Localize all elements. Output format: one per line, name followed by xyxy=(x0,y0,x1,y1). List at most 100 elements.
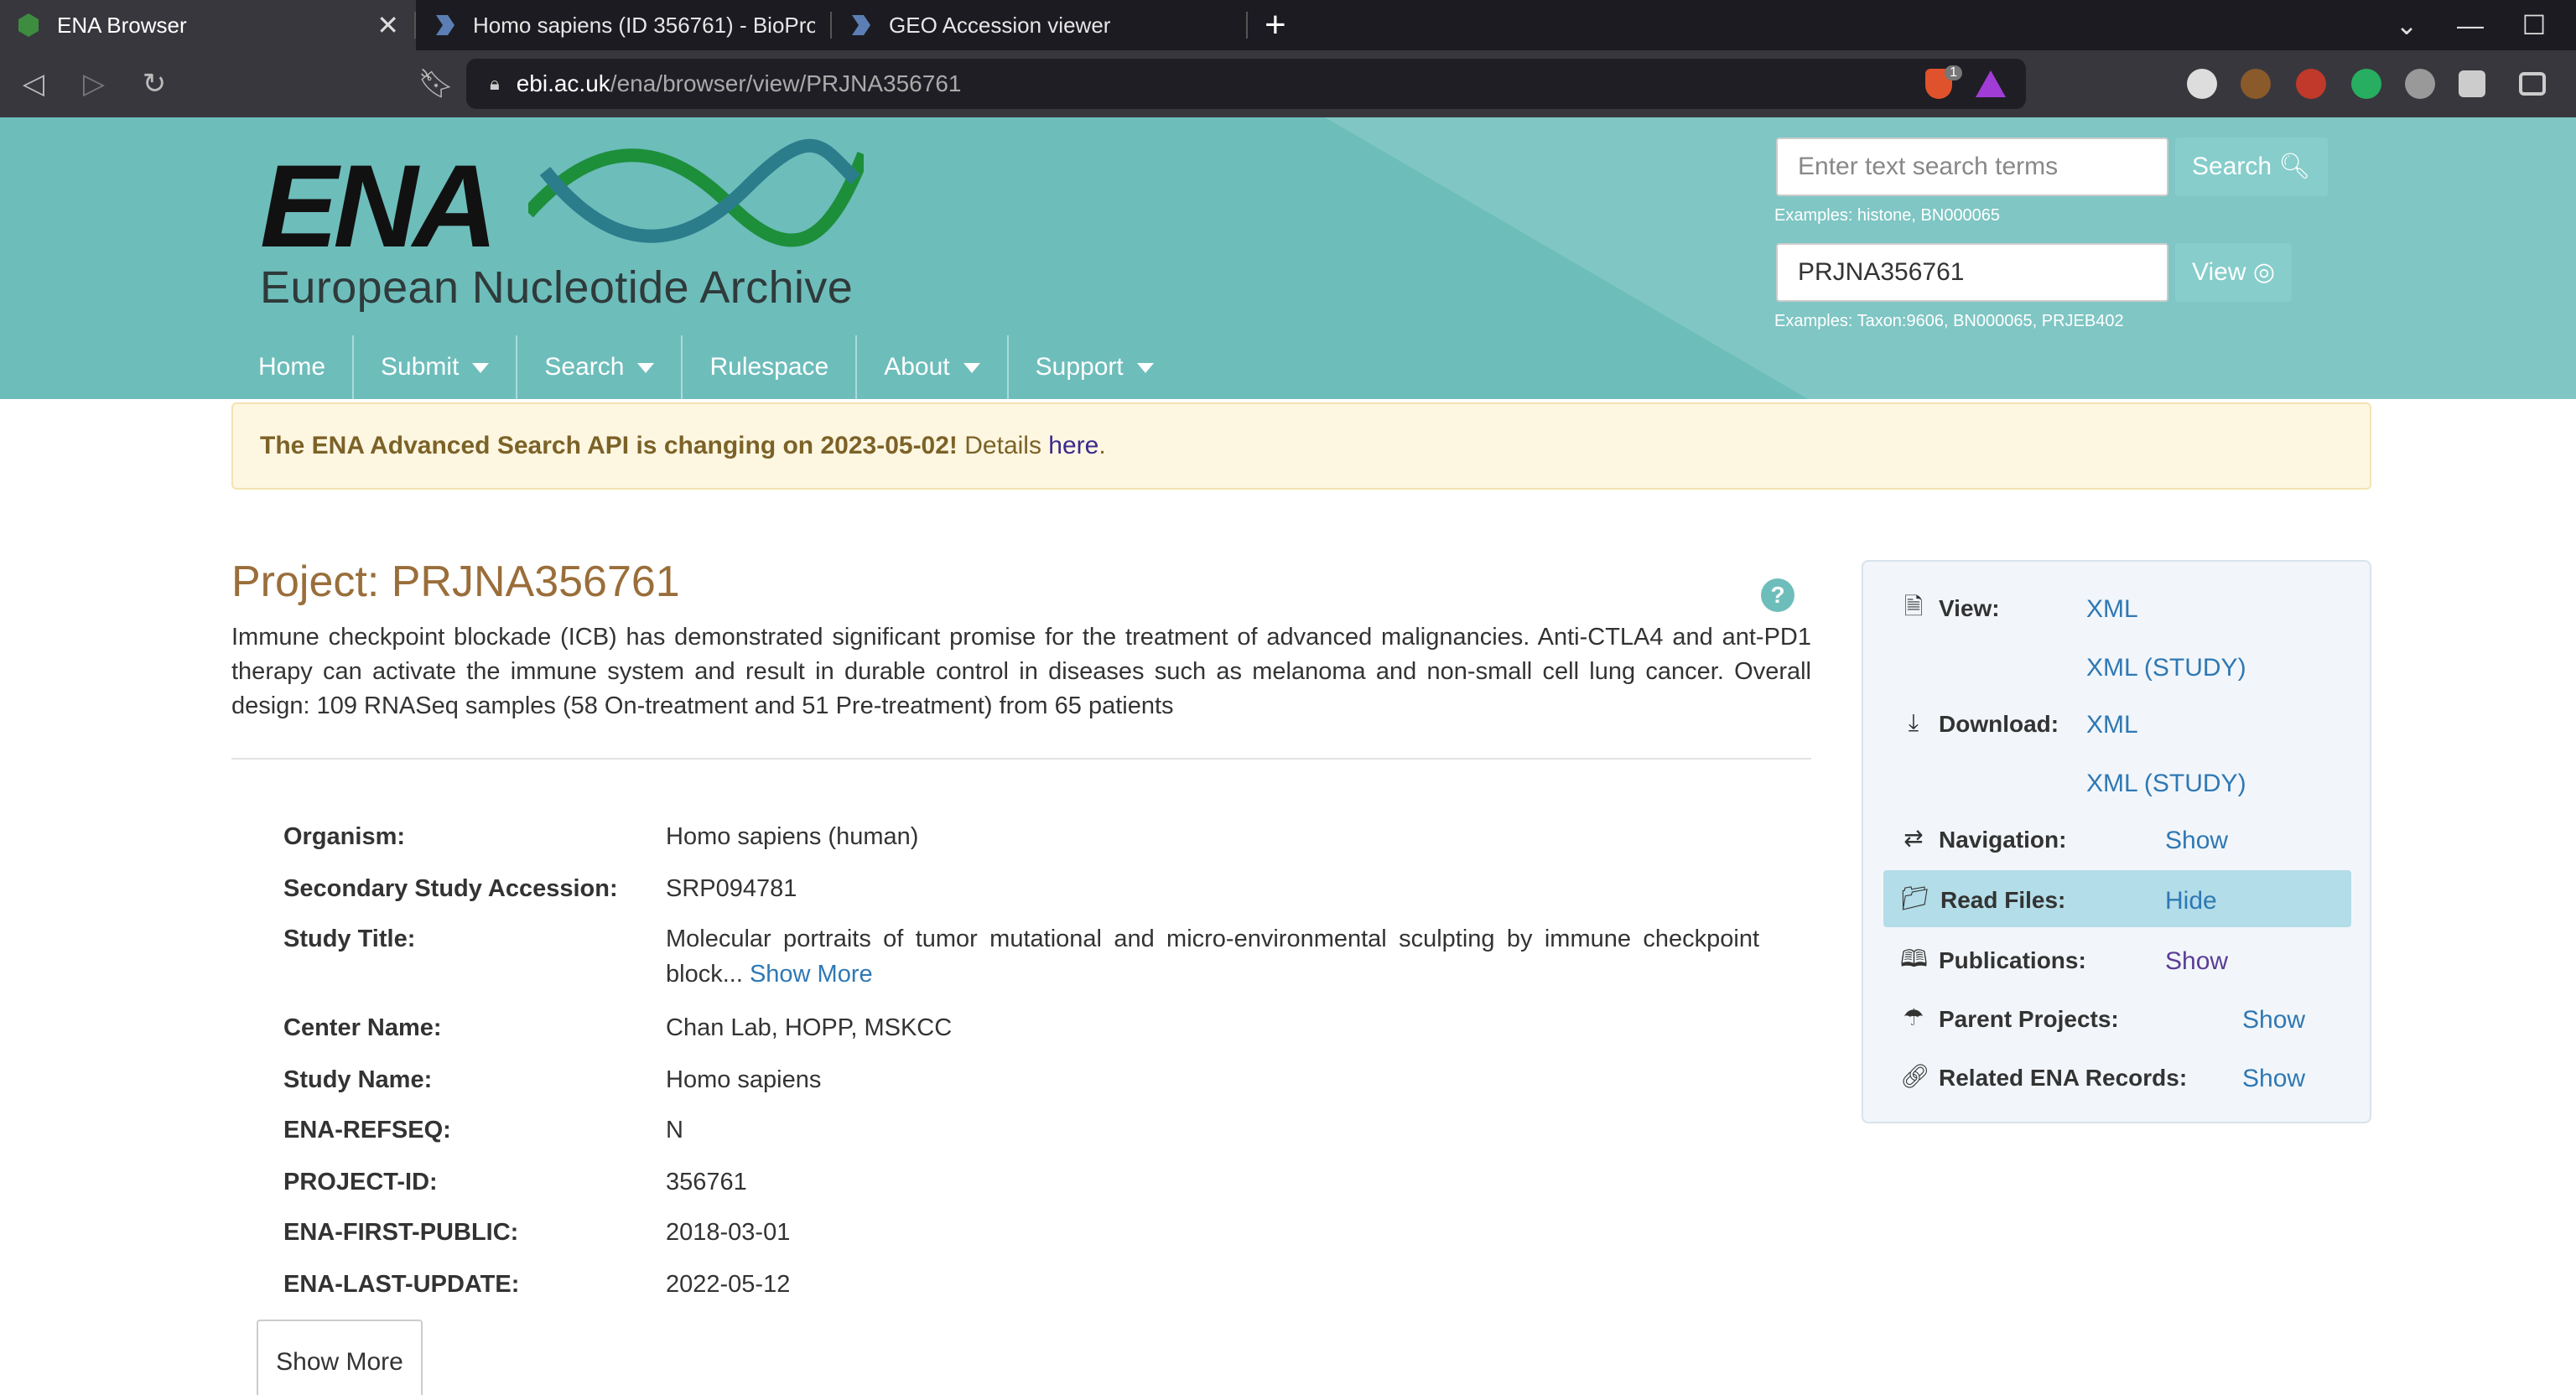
caret-down-icon xyxy=(472,363,490,374)
banner-link[interactable]: here xyxy=(1048,432,1098,459)
panel-related-records: 🔗︎ Related ENA Records: Show xyxy=(1863,1048,2373,1105)
ena-logo[interactable]: ENA European Nucleotide Archive xyxy=(260,138,864,314)
banner-text: Details xyxy=(957,432,1049,459)
accession-view-input[interactable]: PRJNA356761 xyxy=(1776,243,2168,302)
search-icon: 🔍︎ xyxy=(2278,153,2311,180)
field-value: 356761 xyxy=(666,1169,747,1195)
field-value: N xyxy=(666,1117,683,1143)
close-window-icon[interactable]: ✕ xyxy=(2566,9,2576,41)
caret-down-icon xyxy=(1136,363,1154,374)
publications-show-link[interactable]: Show xyxy=(2165,947,2228,976)
field-value: Molecular portraits of tumor mutational … xyxy=(666,926,1759,952)
nav-label: About xyxy=(884,353,950,381)
nav-rulespace[interactable]: Rulespace xyxy=(683,335,858,399)
help-icon[interactable]: ? xyxy=(1761,578,1794,612)
extension-icon[interactable] xyxy=(2241,69,2271,99)
browser-toolbar: ◁ ▷ ↻ 🔖︎ 🔒︎ ebi.ac.uk /ena/browser/view/… xyxy=(0,50,2576,117)
close-tab-icon[interactable]: ✕ xyxy=(377,9,399,41)
nav-search[interactable]: Search xyxy=(517,335,683,399)
panel-label: Navigation: xyxy=(1939,827,2067,853)
download-icon: ⤓ xyxy=(1908,709,1919,735)
panel-download: ⤓ Download: XML XML (STUDY) xyxy=(1863,694,2373,797)
download-xml-link[interactable]: XML xyxy=(2086,711,2138,739)
related-records-show-link[interactable]: Show xyxy=(2242,1065,2305,1093)
caret-down-icon xyxy=(637,363,655,374)
study-title-show-more-link[interactable]: Show More xyxy=(750,961,873,988)
link-icon: 🔗︎ xyxy=(1900,1063,1930,1089)
panel-label: Parent Projects: xyxy=(1939,1006,2119,1032)
url-host: ebi.ac.uk xyxy=(516,70,610,96)
bookmark-icon[interactable]: 🔖︎ xyxy=(409,67,463,101)
target-icon: ◎ xyxy=(2252,258,2276,286)
tab-bioproject[interactable]: Homo sapiens (ID 356761) - BioProj xyxy=(416,0,832,50)
nav-about[interactable]: About xyxy=(857,335,1009,399)
nav-submit[interactable]: Submit xyxy=(354,335,518,399)
nav-label: Search xyxy=(544,353,625,381)
search-hint: Examples: histone, BN000065 xyxy=(1774,206,2001,225)
field-key: Study Name: xyxy=(283,1066,433,1093)
rewards-icon[interactable] xyxy=(1976,70,2006,97)
umbrella-icon: ☂ xyxy=(1903,1004,1924,1030)
download-xml-study-link[interactable]: XML (STUDY) xyxy=(2086,770,2246,798)
tab-title: GEO Accession viewer xyxy=(889,12,1111,38)
nav-label: Rulespace xyxy=(709,353,829,381)
banner-strong: The ENA Advanced Search API is changing … xyxy=(260,432,958,459)
page-content: ENA European Nucleotide Archive Enter te… xyxy=(0,117,2576,1395)
tab-ena-browser[interactable]: ENA Browser ✕ xyxy=(0,0,416,50)
nav-home[interactable]: Home xyxy=(231,335,355,399)
banner-end: . xyxy=(1098,432,1106,459)
divider xyxy=(231,758,1811,760)
minimize-icon[interactable]: — xyxy=(2438,10,2502,41)
profile-icon[interactable] xyxy=(2405,69,2435,99)
tab-title: ENA Browser xyxy=(57,12,187,38)
view-button[interactable]: View ◎ xyxy=(2175,243,2293,302)
browser-tab-bar: ENA Browser ✕ Homo sapiens (ID 356761) -… xyxy=(0,0,2576,50)
field-key: ENA-REFSEQ: xyxy=(283,1117,451,1143)
record-side-panel: 🗎︎ View: XML XML (STUDY) ⤓ Download: XML… xyxy=(1862,560,2371,1123)
view-xml-link[interactable]: XML xyxy=(2086,595,2138,624)
folder-icon: 📁︎ xyxy=(1900,885,1930,911)
field-value-continued: block... Show More xyxy=(666,961,873,988)
show-more-button[interactable]: Show More xyxy=(257,1320,423,1395)
view-button-label: View xyxy=(2192,258,2246,286)
text-search-input[interactable]: Enter text search terms xyxy=(1776,137,2168,196)
extension-icon[interactable] xyxy=(2296,69,2326,99)
navigation-show-link[interactable]: Show xyxy=(2165,827,2228,855)
new-tab-button[interactable]: + xyxy=(1265,4,1286,46)
nav-support[interactable]: Support xyxy=(1009,335,1181,399)
field-value: SRP094781 xyxy=(666,875,797,902)
nav-label: Submit xyxy=(381,353,460,381)
shield-count-badge: 1 xyxy=(1945,65,1962,80)
parent-projects-show-link[interactable]: Show xyxy=(2242,1006,2305,1035)
forward-icon[interactable]: ▷ xyxy=(67,67,121,101)
wallet-icon[interactable] xyxy=(2519,72,2546,96)
tab-geo[interactable]: GEO Accession viewer xyxy=(832,0,1248,50)
panel-view: 🗎︎ View: XML XML (STUDY) xyxy=(1863,578,2373,682)
extension-icon[interactable] xyxy=(2351,69,2381,99)
panel-publications: 🕮︎ Publications: Show xyxy=(1863,931,2373,988)
main-nav: Home Submit Search Rulespace About Suppo… xyxy=(231,335,1181,399)
field-key: ENA-LAST-UPDATE: xyxy=(283,1271,520,1298)
field-key: Center Name: xyxy=(283,1014,442,1041)
maximize-icon[interactable]: ☐ xyxy=(2502,9,2566,41)
view-xml-study-link[interactable]: XML (STUDY) xyxy=(2086,654,2246,682)
search-button[interactable]: Search 🔍︎ xyxy=(2175,137,2328,196)
back-icon[interactable]: ◁ xyxy=(7,67,60,101)
lock-icon: 🔒︎ xyxy=(490,73,500,94)
announcement-banner: The ENA Advanced Search API is changing … xyxy=(231,402,2371,490)
page-title: Project: PRJNA356761 xyxy=(231,557,680,606)
field-value-truncated: block... xyxy=(666,961,743,988)
tab-list-icon[interactable]: ⌄ xyxy=(2375,9,2438,41)
field-key: ENA-FIRST-PUBLIC: xyxy=(283,1219,519,1246)
read-files-hide-link[interactable]: Hide xyxy=(2165,887,2217,915)
field-value: 2018-03-01 xyxy=(666,1219,791,1246)
panel-label: Read Files: xyxy=(1940,887,2066,913)
url-path: /ena/browser/view/PRJNA356761 xyxy=(610,70,962,96)
reload-icon[interactable]: ↻ xyxy=(127,67,181,101)
field-key: PROJECT-ID: xyxy=(283,1169,438,1195)
puzzle-extensions-icon[interactable] xyxy=(2459,70,2485,97)
dna-helix-icon xyxy=(528,138,864,247)
address-bar[interactable]: 🔒︎ ebi.ac.uk /ena/browser/view/PRJNA3567… xyxy=(466,59,2026,109)
ena-favicon-icon xyxy=(18,13,39,37)
extension-icon[interactable] xyxy=(2187,69,2217,99)
